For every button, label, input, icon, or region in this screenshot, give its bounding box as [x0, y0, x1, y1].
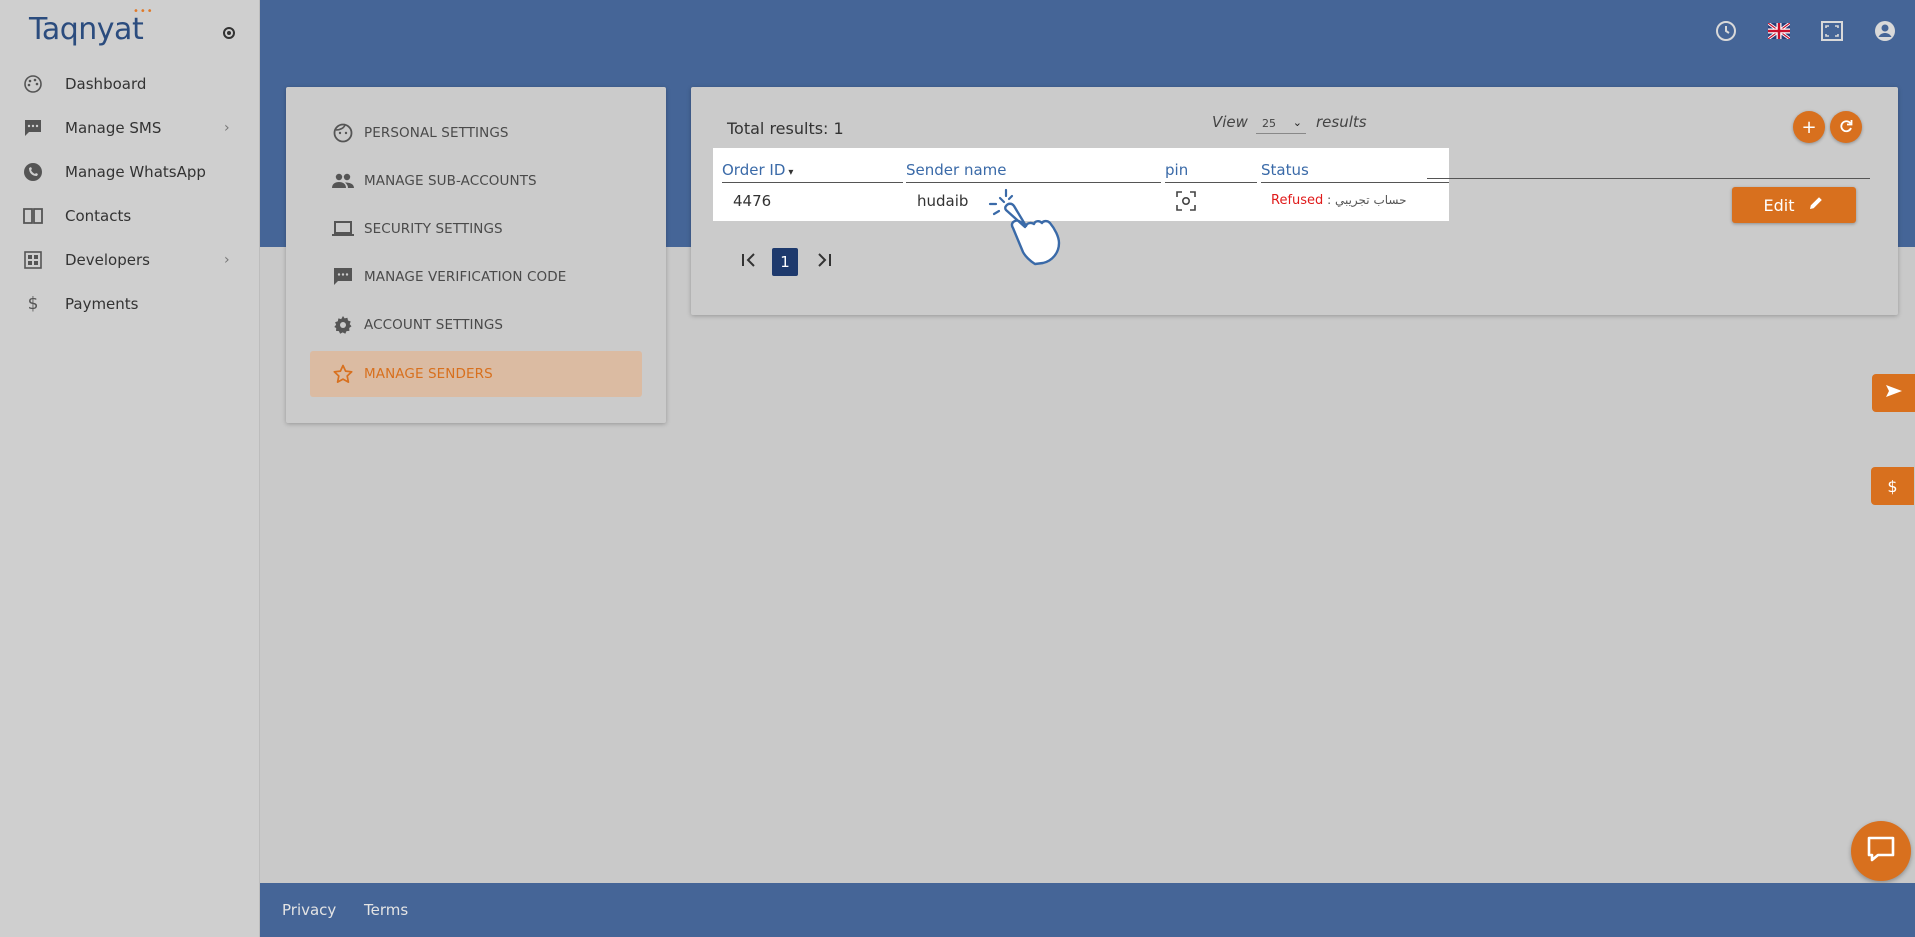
app-logo[interactable]: Taqnyat: [29, 12, 144, 47]
column-header-pin[interactable]: pin: [1165, 161, 1188, 179]
settings-item-label: ACCOUNT SETTINGS: [364, 317, 504, 333]
uk-flag-icon[interactable]: [1768, 20, 1790, 42]
column-header-label: Order ID: [722, 161, 786, 179]
header-divider: [906, 182, 1161, 183]
sidebar-item-manage-sms[interactable]: Manage SMS ›: [0, 106, 260, 150]
settings-item-label: PERSONAL SETTINGS: [364, 125, 509, 141]
sidebar-item-label: Contacts: [65, 207, 132, 225]
developers-icon: [22, 249, 44, 271]
whatsapp-icon: [22, 161, 44, 183]
settings-item-personal[interactable]: PERSONAL SETTINGS: [310, 110, 642, 156]
cell-status: Refused : حساب تجريبي: [1271, 190, 1407, 208]
fullscreen-icon[interactable]: [1821, 20, 1843, 42]
dollar-icon: $: [27, 294, 39, 314]
status-refused: Refused: [1271, 193, 1324, 208]
page-1-button[interactable]: 1: [772, 248, 798, 276]
view-label: View: [1212, 113, 1248, 131]
people-icon: [332, 170, 354, 192]
settings-item-label: MANAGE SENDERS: [364, 366, 493, 382]
senders-table: Order ID ▾ Sender name pin Status 4476 hu…: [713, 148, 1449, 221]
column-header-order-id[interactable]: Order ID ▾: [722, 161, 793, 179]
sort-down-icon: ▾: [788, 167, 794, 178]
page-size-value: 25: [1262, 117, 1276, 130]
gear-icon: [332, 314, 354, 336]
sidebar-item-label: Dashboard: [65, 75, 147, 93]
dollar-icon: $: [1887, 476, 1898, 496]
chevron-right-icon: ›: [224, 120, 230, 136]
send-tab[interactable]: [1872, 374, 1915, 412]
edit-label: Edit: [1763, 195, 1795, 215]
settings-item-label: SECURITY SETTINGS: [364, 221, 503, 237]
settings-menu-panel: PERSONAL SETTINGS MANAGE SUB-ACCOUNTS SE…: [286, 87, 666, 423]
settings-item-label: MANAGE SUB-ACCOUNTS: [364, 173, 537, 189]
account-icon[interactable]: [1874, 20, 1896, 42]
settings-item-sub-accounts[interactable]: MANAGE SUB-ACCOUNTS: [310, 158, 642, 204]
results-label: results: [1316, 113, 1367, 131]
column-header-sender-name[interactable]: Sender name: [906, 161, 1006, 179]
header-divider: [1165, 182, 1257, 183]
contacts-book-icon: [22, 205, 44, 227]
chevron-right-icon: ›: [224, 252, 230, 268]
sidebar-item-dashboard[interactable]: Dashboard: [0, 62, 260, 106]
pencil-icon: [1808, 195, 1824, 215]
sms-icon: [22, 117, 44, 139]
cell-sender-name: hudaib: [917, 192, 969, 210]
sidebar-item-contacts[interactable]: Contacts: [0, 194, 260, 238]
plus-icon: +: [1801, 116, 1817, 138]
star-icon: [332, 363, 354, 385]
header-divider-extension: [1427, 178, 1870, 179]
refresh-button[interactable]: [1830, 111, 1862, 143]
paper-plane-icon: [1885, 383, 1903, 403]
first-page-icon: [740, 252, 758, 273]
laptop-icon: [332, 218, 354, 240]
privacy-link[interactable]: Privacy: [282, 901, 336, 919]
palette-icon: [22, 73, 44, 95]
senders-panel: Total results: 1 View 25 ⌄ results + Ord…: [691, 87, 1898, 315]
footer: Privacy Terms: [260, 883, 1915, 937]
edit-button[interactable]: Edit: [1732, 187, 1856, 223]
cell-order-id: 4476: [733, 192, 772, 210]
status-note: حساب تجريبي: [1334, 193, 1407, 207]
clock-icon[interactable]: [1715, 20, 1737, 42]
sidebar-item-label: Payments: [65, 295, 139, 313]
sidebar-item-manage-whatsapp[interactable]: Manage WhatsApp: [0, 150, 260, 194]
sidebar-item-label: Developers: [65, 251, 150, 269]
settings-item-manage-senders[interactable]: MANAGE SENDERS: [310, 351, 642, 397]
last-page-button[interactable]: [812, 248, 836, 276]
settings-item-account[interactable]: ACCOUNT SETTINGS: [310, 302, 642, 348]
pin-scan-icon[interactable]: [1176, 191, 1196, 215]
chat-bubble-icon: [1866, 835, 1896, 867]
first-page-button[interactable]: [737, 248, 761, 276]
sidebar-item-developers[interactable]: Developers ›: [0, 238, 260, 282]
sidebar: ••• Taqnyat Dashboard Manage SMS › Manag…: [0, 0, 260, 937]
payments-tab[interactable]: $: [1871, 467, 1914, 505]
live-chat-button[interactable]: [1851, 821, 1911, 881]
page-size-select[interactable]: 25 ⌄: [1256, 114, 1306, 134]
settings-item-security[interactable]: SECURITY SETTINGS: [310, 206, 642, 252]
add-sender-button[interactable]: +: [1793, 111, 1825, 143]
radio-toggle-icon[interactable]: [223, 27, 235, 39]
refresh-icon: [1839, 117, 1853, 138]
face-icon: [332, 122, 354, 144]
status-separator: :: [1323, 193, 1335, 207]
sidebar-item-label: Manage WhatsApp: [65, 163, 206, 181]
message-icon: [332, 266, 354, 288]
settings-item-verification-code[interactable]: MANAGE VERIFICATION CODE: [310, 254, 642, 300]
terms-link[interactable]: Terms: [364, 901, 408, 919]
chevron-down-icon: ⌄: [1292, 116, 1302, 129]
header-divider: [722, 182, 903, 183]
sidebar-item-label: Manage SMS: [65, 119, 162, 137]
settings-item-label: MANAGE VERIFICATION CODE: [364, 269, 567, 285]
header-divider: [1261, 182, 1449, 183]
last-page-icon: [815, 252, 833, 273]
sidebar-item-payments[interactable]: $ Payments: [0, 282, 260, 326]
column-header-status[interactable]: Status: [1261, 161, 1309, 179]
total-results: Total results: 1: [727, 119, 844, 138]
